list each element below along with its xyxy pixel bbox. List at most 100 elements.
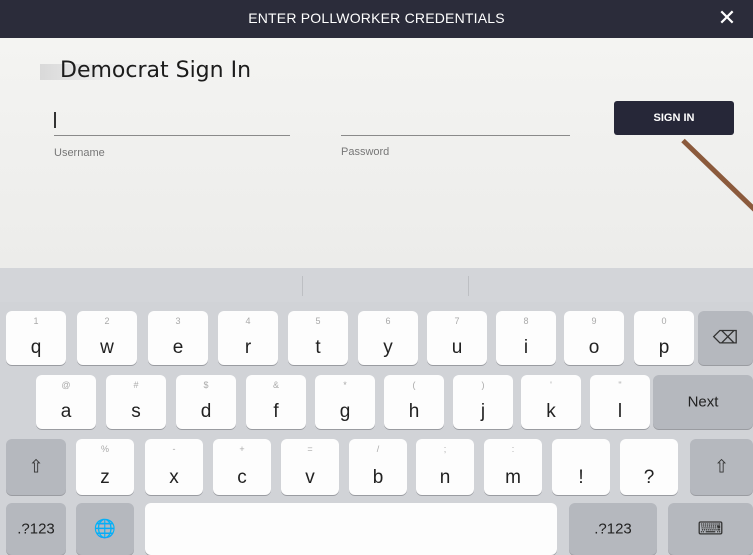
key-alt-label: 3 xyxy=(175,316,181,326)
key-g[interactable]: * g xyxy=(315,375,375,429)
key-label: b xyxy=(372,467,384,488)
backspace-key[interactable]: ⌫ xyxy=(698,311,753,365)
key-label: f xyxy=(273,401,279,422)
key-label: s xyxy=(131,401,141,422)
key-label: ! xyxy=(578,467,584,488)
key-label: n xyxy=(439,467,451,488)
key-label: e xyxy=(172,337,184,358)
key-alt-label: 0 xyxy=(661,316,667,326)
key-exclamation[interactable]: ! xyxy=(552,439,610,495)
sign-in-button[interactable]: SIGN IN xyxy=(614,101,734,135)
key-alt-label: + xyxy=(239,444,245,454)
key-alt-label: 4 xyxy=(245,316,251,326)
key-label: w xyxy=(100,337,114,358)
shift-icon: ⇧ xyxy=(713,456,730,477)
password-field[interactable] xyxy=(341,104,570,138)
key-c[interactable]: + c xyxy=(213,439,271,495)
shift-icon: ⇧ xyxy=(28,456,44,477)
globe-icon: 🌐 xyxy=(93,518,117,539)
key-label: i xyxy=(523,337,529,358)
username-field[interactable] xyxy=(54,104,290,138)
key-k[interactable]: ' k xyxy=(521,375,581,429)
key-p[interactable]: 0p xyxy=(634,311,694,365)
key-alt-label: 8 xyxy=(523,316,529,326)
key-label: r xyxy=(244,337,252,358)
key-b[interactable]: / b xyxy=(349,439,407,495)
key-alt-label: ( xyxy=(412,380,416,390)
shift-right-key[interactable]: ⇧ xyxy=(690,439,753,495)
key-label: .?123 xyxy=(594,520,632,538)
key-alt-label: 6 xyxy=(385,316,391,326)
key-d[interactable]: $ d xyxy=(176,375,236,429)
username-label: Username xyxy=(54,147,105,159)
globe-key[interactable]: 🌐 xyxy=(76,503,134,555)
key-f[interactable]: & f xyxy=(246,375,306,429)
key-v[interactable]: = v xyxy=(281,439,339,495)
key-alt-label: @ xyxy=(61,380,71,390)
key-e[interactable]: 3e xyxy=(148,311,208,365)
key-label: o xyxy=(588,337,600,358)
page-title: Democrat Sign In xyxy=(60,58,252,83)
key-alt-label: - xyxy=(172,444,176,454)
key-label: p xyxy=(658,337,670,358)
key-label: y xyxy=(383,337,393,358)
key-y[interactable]: 6y xyxy=(358,311,418,365)
key-alt-label: = xyxy=(307,444,313,454)
key-label: z xyxy=(100,467,110,488)
key-alt-label: 1 xyxy=(33,316,39,326)
shift-left-key[interactable]: ⇧ xyxy=(6,439,66,495)
key-s[interactable]: # s xyxy=(106,375,166,429)
key-alt-label: ; xyxy=(443,444,447,454)
key-h[interactable]: (h xyxy=(384,375,444,429)
key-label: a xyxy=(60,401,72,422)
key-label: j xyxy=(480,401,486,422)
key-r[interactable]: 4r xyxy=(218,311,278,365)
close-icon[interactable]: ✕ xyxy=(715,5,739,31)
hide-keyboard-key[interactable]: ⌨ xyxy=(668,503,753,555)
dialog-title: ENTER POLLWORKER CREDENTIALS xyxy=(248,10,505,26)
key-alt-label: % xyxy=(100,444,109,454)
key-alt-label: / xyxy=(376,444,380,454)
key-label: h xyxy=(408,401,420,422)
key-alt-label: " xyxy=(618,380,622,390)
key-label: m xyxy=(505,467,521,488)
key-alt-label: 7 xyxy=(454,316,460,326)
key-m[interactable]: :m xyxy=(484,439,542,495)
key-label: c xyxy=(237,467,247,488)
next-key[interactable]: Next xyxy=(653,375,753,429)
keyboard-hide-icon: ⌨ xyxy=(697,518,724,539)
text-caret xyxy=(54,112,56,128)
key-label: g xyxy=(339,401,351,422)
numbers-key-left[interactable]: .?123 xyxy=(6,503,66,555)
key-a[interactable]: @ a xyxy=(36,375,96,429)
key-x[interactable]: -x xyxy=(145,439,203,495)
key-label: .?123 xyxy=(17,520,55,538)
key-label: k xyxy=(546,401,556,422)
key-alt-label: 2 xyxy=(104,316,110,326)
key-label: q xyxy=(30,337,42,358)
key-o[interactable]: 9o xyxy=(564,311,624,365)
key-label: u xyxy=(451,337,463,358)
key-question[interactable]: ? xyxy=(620,439,678,495)
space-key[interactable] xyxy=(145,503,557,555)
numbers-key-right[interactable]: .?123 xyxy=(569,503,657,555)
key-z[interactable]: % z xyxy=(76,439,134,495)
key-w[interactable]: 2w xyxy=(77,311,137,365)
key-alt-label: 9 xyxy=(591,316,597,326)
key-n[interactable]: ; n xyxy=(416,439,474,495)
key-l[interactable]: " l xyxy=(590,375,650,429)
key-alt-label: & xyxy=(272,380,279,390)
suggestion-bar xyxy=(0,268,753,302)
key-label: t xyxy=(315,337,321,358)
key-alt-label: $ xyxy=(203,380,209,390)
key-i[interactable]: 8i xyxy=(496,311,556,365)
key-label: v xyxy=(305,467,315,488)
key-alt-label: ) xyxy=(481,380,485,390)
password-underline xyxy=(341,135,570,136)
key-q[interactable]: 1q xyxy=(6,311,66,365)
key-t[interactable]: 5t xyxy=(288,311,348,365)
key-label: ? xyxy=(643,467,655,488)
key-label: x xyxy=(169,467,179,488)
key-j[interactable]: ) j xyxy=(453,375,513,429)
key-u[interactable]: 7u xyxy=(427,311,487,365)
